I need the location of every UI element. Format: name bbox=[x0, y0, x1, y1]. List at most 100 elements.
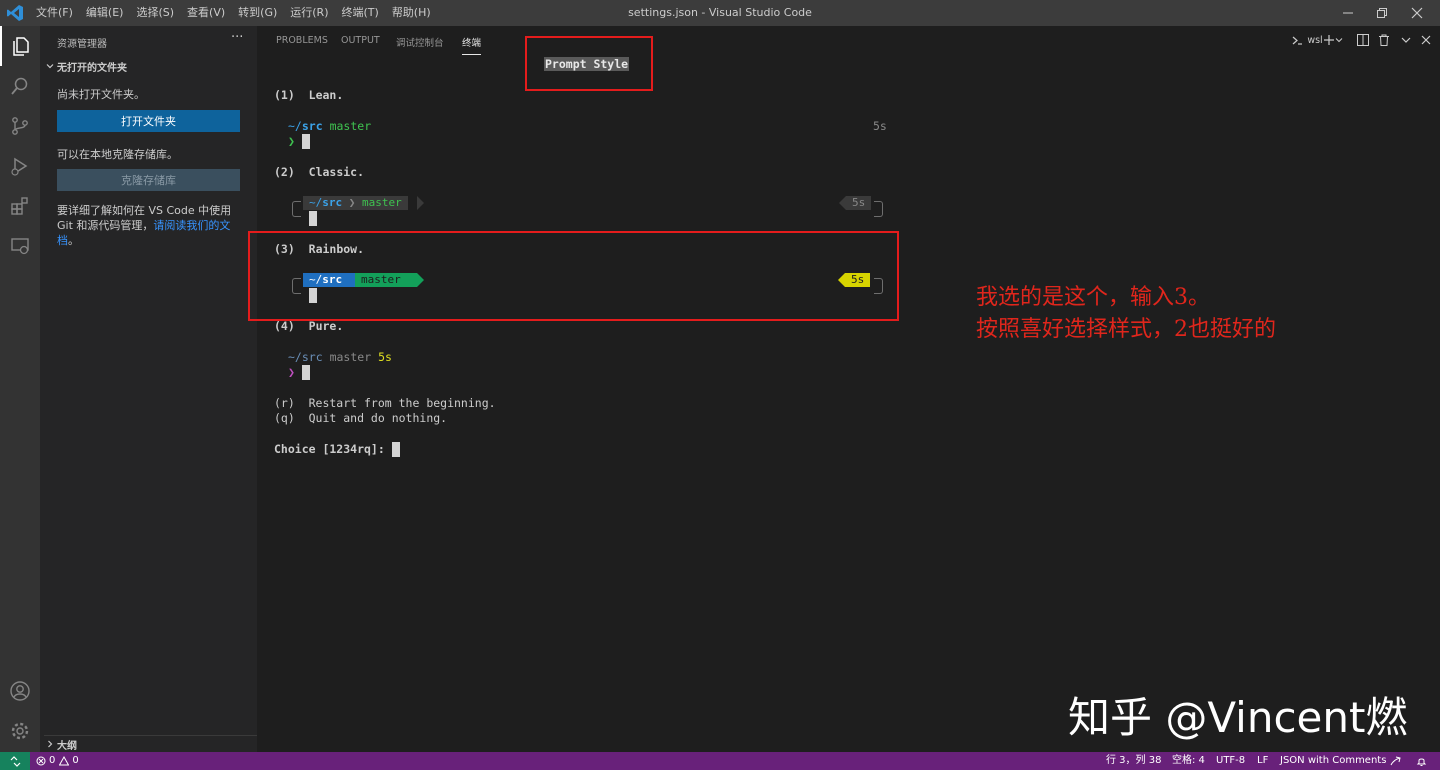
chevron-down-icon bbox=[46, 64, 54, 69]
feedback-button[interactable] bbox=[1390, 752, 1401, 770]
menu-help[interactable]: 帮助(H) bbox=[392, 0, 431, 26]
choice-prompt: Choice [1234rq]: bbox=[274, 442, 385, 456]
terminal-cursor bbox=[391, 442, 400, 457]
menu-terminal[interactable]: 终端(T) bbox=[342, 0, 379, 26]
menu-go[interactable]: 转到(G) bbox=[238, 0, 277, 26]
no-folder-text: 尚未打开文件夹。 bbox=[57, 88, 145, 101]
files-icon bbox=[13, 37, 29, 56]
tab-debug-console[interactable]: 调试控制台 bbox=[396, 35, 444, 49]
account-icon bbox=[10, 681, 30, 701]
terminal-name: wsl bbox=[1307, 34, 1323, 46]
branch-name: master bbox=[329, 350, 372, 364]
remote-indicator[interactable] bbox=[0, 752, 30, 770]
new-terminal-button[interactable] bbox=[1322, 31, 1344, 49]
error-icon bbox=[36, 756, 46, 766]
prompt-time: 5s bbox=[378, 350, 392, 364]
tab-problems[interactable]: PROBLEMS bbox=[276, 35, 328, 46]
split-icon bbox=[1357, 34, 1369, 46]
menu-selection[interactable]: 选择(S) bbox=[136, 0, 174, 26]
run-debug-button[interactable] bbox=[0, 146, 40, 186]
source-control-icon bbox=[12, 117, 28, 135]
annotation-text: 我选的是这个，输入3。 按照喜好选择样式，2也挺好的 bbox=[976, 282, 1276, 346]
kill-terminal-button[interactable] bbox=[1375, 31, 1393, 49]
remote-explorer-icon bbox=[11, 238, 29, 255]
terminal-cursor bbox=[301, 134, 310, 149]
option-number: (1) bbox=[274, 88, 295, 102]
terminal-cursor bbox=[309, 211, 317, 226]
menu-bar: 文件(F) 编辑(E) 选择(S) 查看(V) 转到(G) 运行(R) 终端(T… bbox=[36, 0, 444, 26]
lean-preview-line: ~/src master bbox=[288, 119, 371, 133]
prompt-char: ❯ bbox=[288, 365, 295, 379]
outline-title: 大纲 bbox=[57, 740, 77, 752]
menu-run[interactable]: 运行(R) bbox=[290, 0, 328, 26]
activity-bar bbox=[0, 26, 40, 752]
classic-time-segment: 5s bbox=[846, 196, 872, 210]
indentation[interactable]: 空格: 4 bbox=[1172, 752, 1205, 770]
tab-terminal[interactable]: 终端 bbox=[462, 35, 482, 55]
search-button[interactable] bbox=[0, 66, 40, 106]
branch-name: master bbox=[329, 119, 372, 133]
pure-preview-line: ~/src master 5s bbox=[288, 350, 392, 364]
remote-icon bbox=[10, 755, 20, 767]
tab-output[interactable]: OUTPUT bbox=[341, 35, 380, 46]
option-number: (2) bbox=[274, 165, 295, 179]
close-button[interactable] bbox=[1394, 0, 1440, 26]
explorer-button[interactable] bbox=[0, 26, 40, 66]
menu-view[interactable]: 查看(V) bbox=[187, 0, 225, 26]
classic-segment-arrow-icon bbox=[417, 196, 424, 210]
gear-icon bbox=[11, 722, 29, 740]
status-bar: 0 0 行 3，列 38 空格: 4 UTF-8 LF JSON with Co… bbox=[0, 752, 1440, 770]
terminal-cursor bbox=[301, 365, 310, 380]
no-folder-section-header[interactable]: 无打开的文件夹 bbox=[44, 57, 254, 75]
menu-file[interactable]: 文件(F) bbox=[36, 0, 73, 26]
dir-prefix: ~/ bbox=[288, 119, 302, 133]
dir-prefix: ~/ bbox=[309, 196, 323, 209]
accounts-button[interactable] bbox=[0, 671, 40, 711]
option-name: Lean. bbox=[308, 88, 344, 102]
bell-icon bbox=[1416, 758, 1427, 766]
open-folder-button[interactable]: 打开文件夹 bbox=[57, 110, 240, 132]
heading-highlight-box bbox=[525, 36, 653, 91]
restart-option: (r) Restart from the beginning. bbox=[274, 396, 496, 410]
encoding[interactable]: UTF-8 bbox=[1216, 752, 1245, 770]
remote-explorer-button[interactable] bbox=[0, 226, 40, 266]
clone-repo-button[interactable]: 克隆存储库 bbox=[57, 169, 240, 191]
option-name: Classic. bbox=[308, 165, 365, 179]
menu-edit[interactable]: 编辑(E) bbox=[86, 0, 124, 26]
zhihu-watermark: 知乎 @Vincent燃 bbox=[1068, 693, 1408, 742]
outline-section-header[interactable]: 大纲 bbox=[44, 735, 257, 752]
lean-prompt-line: ❯ bbox=[288, 134, 310, 149]
classic-frame-right bbox=[874, 201, 883, 217]
dir-name: src bbox=[322, 196, 343, 209]
extensions-icon bbox=[11, 197, 28, 215]
split-terminal-button[interactable] bbox=[1354, 31, 1372, 49]
option-classic: (2) Classic. bbox=[274, 165, 364, 179]
classic-time-arrow-icon bbox=[839, 196, 846, 210]
manage-button[interactable] bbox=[0, 711, 40, 751]
explorer-sidebar: 资源管理器 ··· 无打开的文件夹 尚未打开文件夹。 打开文件夹 可以在本地克隆… bbox=[40, 26, 257, 752]
language-mode[interactable]: JSON with Comments bbox=[1280, 752, 1386, 770]
close-panel-button[interactable] bbox=[1417, 31, 1435, 49]
classic-frame-left bbox=[292, 201, 301, 217]
dir-name: src bbox=[301, 119, 323, 133]
end-of-line[interactable]: LF bbox=[1257, 752, 1268, 770]
more-actions-button[interactable]: ··· bbox=[231, 30, 243, 45]
cursor-position[interactable]: 行 3，列 38 bbox=[1106, 752, 1161, 770]
linux-icon bbox=[1292, 36, 1303, 45]
notifications-button[interactable] bbox=[1416, 752, 1427, 770]
source-control-button[interactable] bbox=[0, 106, 40, 146]
annotation-line-1: 我选的是这个，输入3。 bbox=[976, 285, 1210, 310]
warning-icon bbox=[59, 756, 70, 766]
plus-icon bbox=[1324, 35, 1334, 45]
choice-prompt-line[interactable]: Choice [1234rq]: bbox=[274, 442, 400, 457]
rainbow-highlight-box bbox=[248, 231, 899, 321]
maximize-panel-button[interactable] bbox=[1397, 31, 1415, 49]
branch-name: master bbox=[362, 196, 402, 209]
run-debug-icon bbox=[11, 157, 28, 176]
chevron-right-icon bbox=[48, 740, 53, 748]
problems-indicator[interactable]: 0 0 bbox=[36, 752, 79, 770]
docs-end: 。 bbox=[68, 234, 79, 247]
chevron-down-icon bbox=[1401, 37, 1411, 43]
extensions-button[interactable] bbox=[0, 186, 40, 226]
search-icon bbox=[11, 77, 28, 95]
